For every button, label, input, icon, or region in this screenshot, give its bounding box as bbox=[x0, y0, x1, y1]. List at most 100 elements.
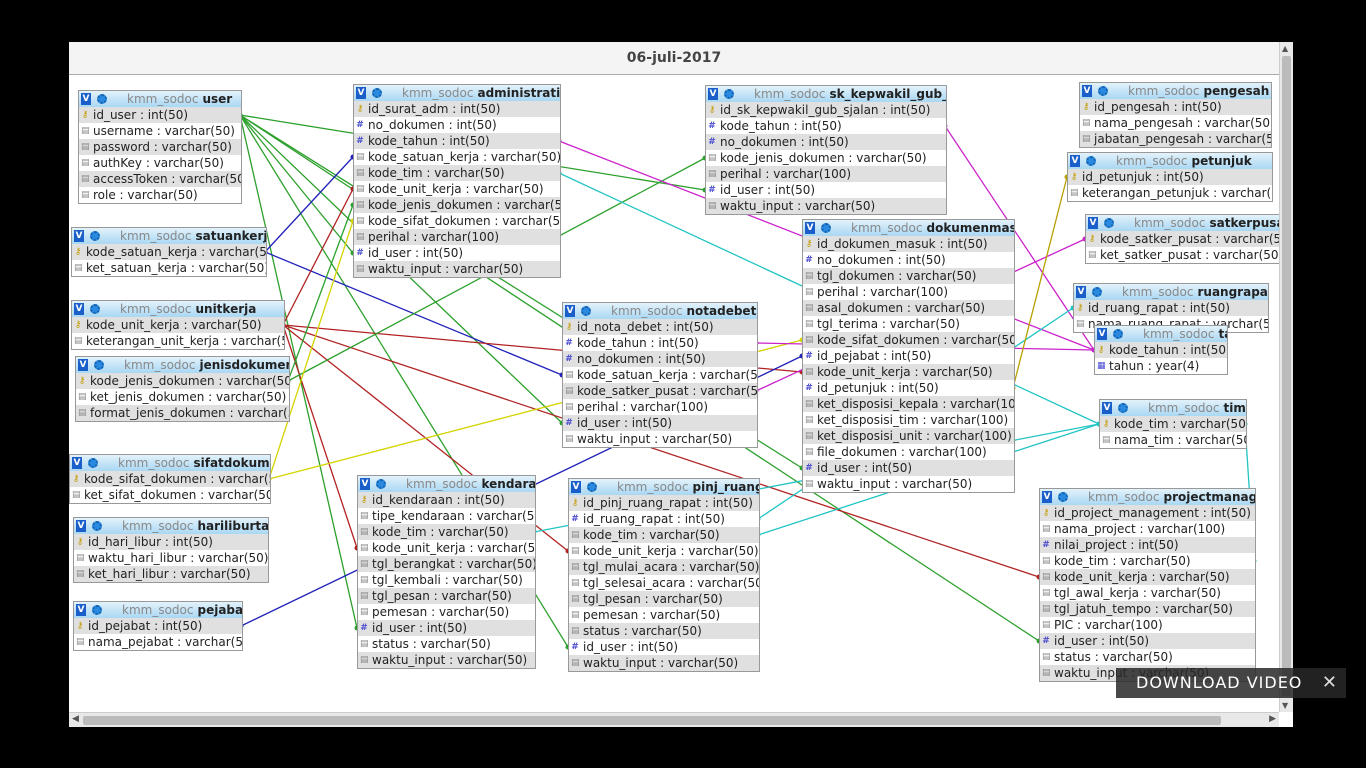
scroll-right-icon[interactable]: ▶ bbox=[1269, 714, 1276, 724]
toggle-columns-icon[interactable]: V bbox=[81, 93, 91, 105]
table-column[interactable]: ▤waktu_input : varchar(50) bbox=[803, 476, 1014, 492]
table-column[interactable]: ▤ kode_unit_kerja : varchar(50) bbox=[1040, 569, 1255, 585]
toggle-columns-icon[interactable]: V bbox=[76, 520, 86, 532]
table-header[interactable]: Vkmm_sodocprojectmanagement bbox=[1040, 489, 1255, 505]
table-kendaraan[interactable]: Vkmm_sodockendaraan ⚷ id_kendaraan : int(5… bbox=[357, 475, 536, 669]
table-tim[interactable]: Vkmm_sodoc tim ⚷ kode_tim : varchar(50) ▤ nam… bbox=[1099, 399, 1247, 449]
table-column[interactable]: ▤ nama_pengesah : varchar(50) bbox=[1080, 115, 1271, 131]
table-column[interactable]: ⚷ id_dokumen_masuk : int(50) bbox=[803, 236, 1014, 252]
table-column[interactable]: ▤ tgl_berangkat : varchar(50) bbox=[358, 556, 535, 572]
table-header[interactable]: Vkmm_sodocdokumenmasuk bbox=[803, 220, 1014, 236]
toggle-columns-icon[interactable]: V bbox=[72, 457, 82, 469]
table-column[interactable]: ▤ kode_tim : varchar(50) bbox=[569, 527, 759, 543]
table-column[interactable]: ▤waktu_input : varchar(50) bbox=[354, 261, 560, 277]
table-column[interactable]: ▤ kode_tim : varchar(50) bbox=[358, 524, 535, 540]
table-column[interactable]: ▤ kode_unit_kerja : varchar(50) bbox=[569, 543, 759, 559]
gear-icon[interactable] bbox=[94, 360, 104, 370]
toggle-columns-icon[interactable]: V bbox=[571, 481, 581, 493]
table-column[interactable]: ▤ kode_tim : varchar(50) bbox=[1040, 553, 1255, 569]
table-column[interactable]: ▤ ket_disposisi_kepala : varchar(100) bbox=[803, 396, 1014, 412]
gear-icon[interactable] bbox=[90, 231, 100, 241]
table-column[interactable]: ▤ tgl_terima : varchar(50) bbox=[803, 316, 1014, 332]
table-column[interactable]: ▤ kode_jenis_dokumen : varchar(50) bbox=[706, 150, 946, 166]
table-administratif[interactable]: Vkmm_sodoc administratif ⚷ id_surat_adm : i… bbox=[353, 84, 561, 278]
table-column[interactable]: # id_petunjuk : int(50) bbox=[803, 380, 1014, 396]
gear-icon[interactable] bbox=[724, 89, 734, 99]
table-column[interactable]: ▤ kode_satuan_kerja : varchar(50) bbox=[354, 149, 560, 165]
table-column[interactable]: ▤ status : varchar(50) bbox=[358, 636, 535, 652]
table-header[interactable]: Vkmm_sodoctahun bbox=[1095, 326, 1227, 342]
table-column[interactable]: ▤ kode_sifat_dokumen : varchar(50) bbox=[354, 213, 560, 229]
table-column[interactable]: ⚷ id_pengesah : int(50) bbox=[1080, 99, 1271, 115]
toggle-columns-icon[interactable]: V bbox=[1076, 286, 1086, 298]
table-column[interactable]: ▤ accessToken : varchar(50) bbox=[79, 171, 241, 187]
table-column[interactable]: ⚷ kode_unit_kerja : varchar(50) bbox=[72, 317, 284, 333]
table-column[interactable]: ⚷ kode_tahun : int(50) bbox=[1095, 342, 1227, 358]
table-column[interactable]: ▤ PIC : varchar(100) bbox=[1040, 617, 1255, 633]
table-column[interactable]: ▤ tgl_mulai_acara : varchar(50) bbox=[569, 559, 759, 575]
table-column[interactable]: ▤ status : varchar(50) bbox=[569, 623, 759, 639]
table-jenisdokumen[interactable]: Vkmm_sodoc jenisdokumen ⚷ kode_jenis_dokume… bbox=[75, 356, 290, 422]
download-video-banner[interactable]: DOWNLOAD VIDEO ✕ bbox=[1116, 668, 1346, 698]
toggle-columns-icon[interactable]: V bbox=[74, 230, 84, 242]
table-header[interactable]: Vkmm_sodocsatuankerja bbox=[72, 228, 266, 244]
gear-icon[interactable] bbox=[1086, 156, 1096, 166]
table-column[interactable]: ▤ role : varchar(50) bbox=[79, 187, 241, 203]
horizontal-scrollbar[interactable]: ◀ ▶ bbox=[69, 712, 1279, 727]
gear-icon[interactable] bbox=[90, 304, 100, 314]
scroll-up-icon[interactable]: ▲ bbox=[1282, 44, 1288, 53]
table-column[interactable]: # no_dokumen : int(50) bbox=[706, 134, 946, 150]
table-column[interactable]: ⚷ id_kendaraan : int(50) bbox=[358, 492, 535, 508]
table-pinj_ruangrapat[interactable]: Vkmm_sodocpinj_ruangrapat ⚷ id_pinj_ruang_… bbox=[568, 478, 760, 672]
download-video-label[interactable]: DOWNLOAD VIDEO bbox=[1136, 668, 1302, 698]
table-header[interactable]: Vkmm_sodocsifatdokumen bbox=[70, 455, 270, 471]
close-icon[interactable]: ✕ bbox=[1322, 668, 1338, 698]
table-column[interactable]: ▤ kode_unit_kerja : varchar(50) bbox=[803, 364, 1014, 380]
table-pejabat[interactable]: Vkmm_sodocpejabat ⚷ id_pejabat : int(50)▤n… bbox=[73, 601, 243, 651]
gear-icon[interactable] bbox=[1092, 287, 1102, 297]
table-column[interactable]: ▤ keterangan_unit_kerja : varchar(50) bbox=[72, 333, 284, 349]
table-column[interactable]: # no_dokumen : int(50) bbox=[803, 252, 1014, 268]
table-user[interactable]: Vkmm_sodoc user ⚷ id_user : int(50) ▤ usernam… bbox=[78, 90, 242, 204]
gear-icon[interactable] bbox=[372, 88, 382, 98]
table-header[interactable]: Vkmm_sodoc administratif bbox=[354, 85, 560, 101]
table-column[interactable]: ⚷ id_user : int(50) bbox=[79, 107, 241, 123]
table-column[interactable]: ▤ tgl_awal_kerja : varchar(50) bbox=[1040, 585, 1255, 601]
toggle-columns-icon[interactable]: V bbox=[360, 478, 370, 490]
table-column[interactable]: ▤ authKey : varchar(50) bbox=[79, 155, 241, 171]
table-column[interactable]: ▤ tgl_pesan : varchar(50) bbox=[569, 591, 759, 607]
table-column[interactable]: ▤ tipe_kendaraan : varchar(50) bbox=[358, 508, 535, 524]
table-column[interactable]: ▤ jabatan_pengesah : varchar(50) bbox=[1080, 131, 1271, 147]
table-column[interactable]: ▤ perihal : varchar(100) bbox=[706, 166, 946, 182]
table-column[interactable]: ⚷ id_pinj_ruang_rapat : int(50) bbox=[569, 495, 759, 511]
table-header[interactable]: Vkmm_sodocpejabat bbox=[74, 602, 242, 618]
table-column[interactable]: # id_user : int(50) bbox=[569, 639, 759, 655]
table-column[interactable]: ▤ file_dokumen : varchar(100) bbox=[803, 444, 1014, 460]
table-column[interactable]: ▤ password : varchar(50) bbox=[79, 139, 241, 155]
table-notadebet[interactable]: Vkmm_sodoc notadebet ⚷ id_nota_debet : int(… bbox=[562, 302, 758, 448]
table-header[interactable]: Vkmm_sodockendaraan bbox=[358, 476, 535, 492]
table-column[interactable]: ▤ ket_satuan_kerja : varchar(50) bbox=[72, 260, 266, 276]
table-header[interactable]: Vkmm_sodocpinj_ruangrapat bbox=[569, 479, 759, 495]
table-sifatdokumen[interactable]: Vkmm_sodocsifatdokumen ⚷ kode_sifat_dokume… bbox=[69, 454, 271, 504]
toggle-columns-icon[interactable]: V bbox=[78, 359, 88, 371]
table-column[interactable]: # id_user : int(50) bbox=[354, 245, 560, 261]
table-sk_kepwakil_gub_sjalan[interactable]: Vkmm_sodocsk_kepwakil_gub_sjalan ⚷ id_sk_k… bbox=[705, 85, 947, 215]
table-header[interactable]: Vkmm_sodocsatkerpusat bbox=[1086, 215, 1279, 231]
table-column[interactable]: ▤ kode_unit_kerja : varchar(50) bbox=[354, 181, 560, 197]
table-column[interactable]: # id_user : int(50) bbox=[803, 460, 1014, 476]
table-column[interactable]: ▤ ket_sifat_dokumen : varchar(50) bbox=[70, 487, 270, 503]
gear-icon[interactable] bbox=[1058, 492, 1068, 502]
table-column[interactable]: ⚷ id_ruang_rapat : int(50) bbox=[1074, 300, 1268, 316]
table-column[interactable]: ▤ ket_disposisi_tim : varchar(100) bbox=[803, 412, 1014, 428]
horizontal-scroll-thumb[interactable] bbox=[83, 716, 1221, 725]
vertical-scroll-thumb[interactable] bbox=[1282, 56, 1291, 696]
table-column[interactable]: ▤ status : varchar(50) bbox=[1040, 649, 1255, 665]
table-column[interactable]: ⚷ id_pejabat : int(50) bbox=[74, 618, 242, 634]
table-column[interactable]: # no_dokumen : int(50) bbox=[354, 117, 560, 133]
table-column[interactable]: ⚷ kode_tim : varchar(50) bbox=[1100, 416, 1246, 432]
scroll-down-icon[interactable]: ▼ bbox=[1282, 701, 1288, 710]
table-column[interactable]: ▤waktu_input : varchar(50) bbox=[358, 652, 535, 668]
table-pengesah[interactable]: Vkmm_sodoc pengesah ⚷ id_pengesah : int(50)… bbox=[1079, 82, 1272, 148]
scroll-left-icon[interactable]: ◀ bbox=[72, 714, 79, 724]
